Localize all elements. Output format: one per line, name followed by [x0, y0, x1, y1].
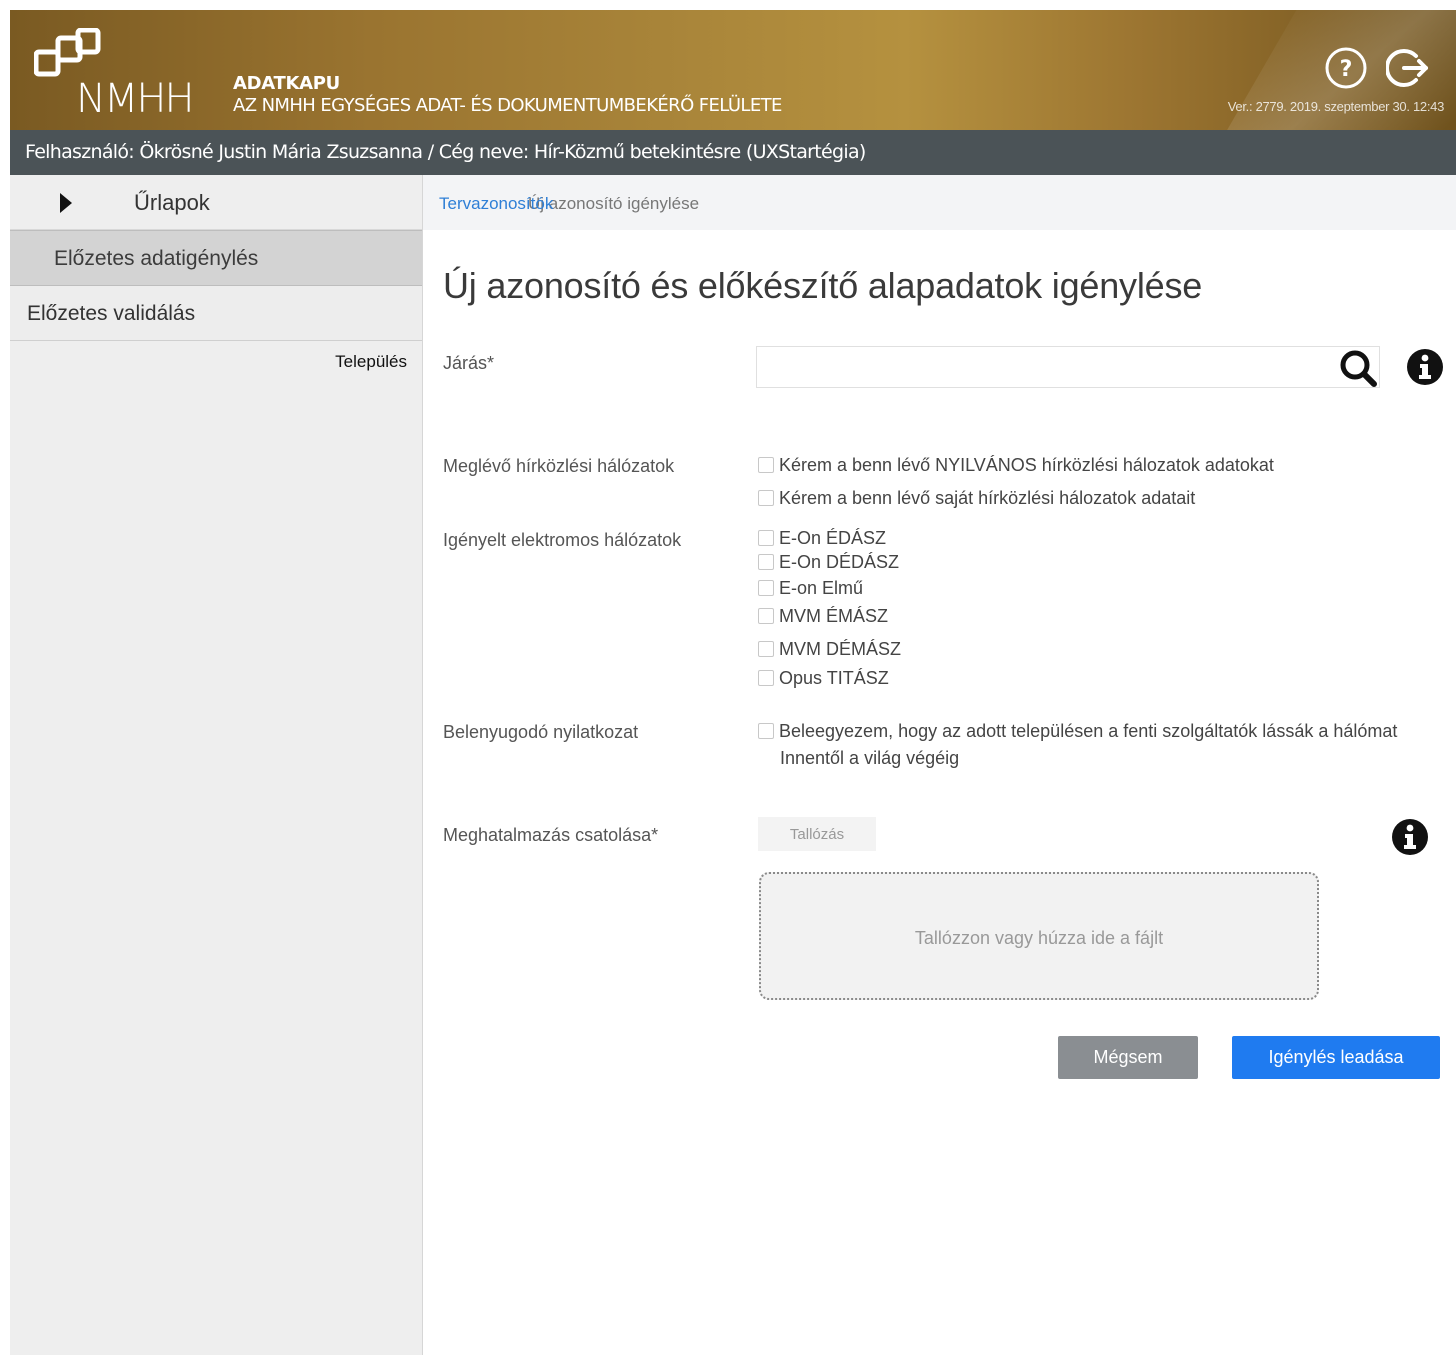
networks-label: Meglévő hírközlési hálózatok	[443, 456, 675, 476]
checkbox[interactable]	[758, 457, 774, 473]
caret-right-icon	[60, 193, 72, 213]
checkbox[interactable]	[758, 490, 774, 506]
checkbox-label: MVM ÉMÁSZ	[779, 605, 889, 626]
page-title: Új azonosító és előkészítő alapadatok ig…	[443, 265, 1203, 306]
consent-text-continued: Innentől a világ végéig	[780, 748, 960, 768]
electric-checkbox-elmu[interactable]: E-on Elmű	[758, 577, 863, 599]
sidebar-item-label: Űrlapok	[134, 190, 210, 215]
sidebar-item-elozetes-validalas[interactable]: Előzetes validálás	[10, 286, 422, 341]
app-window: NMHH ADATKAPU AZ NMHH EGYSÉGES ADAT- ÉS …	[10, 10, 1456, 1355]
electric-checkbox-dedasz[interactable]: E-On DÉDÁSZ	[758, 551, 899, 573]
electric-label: Igényelt elektromos hálózatok	[443, 530, 682, 550]
search-icon[interactable]	[1338, 348, 1378, 388]
browse-button[interactable]: Tallózás	[758, 817, 876, 851]
info-icon[interactable]	[1406, 348, 1444, 386]
checkbox-label: Kérem a benn lévő NYILVÁNOS hírközlési h…	[779, 454, 1274, 475]
electric-checkbox-titasz[interactable]: Opus TITÁSZ	[758, 667, 889, 689]
submit-button[interactable]: Igénylés leadása	[1232, 1036, 1440, 1079]
info-icon[interactable]	[1391, 818, 1429, 856]
checkbox[interactable]	[758, 641, 774, 657]
checkbox[interactable]	[758, 608, 774, 624]
checkbox[interactable]	[758, 723, 774, 739]
cancel-button[interactable]: Mégsem	[1058, 1036, 1198, 1079]
svg-text:?: ?	[1340, 57, 1353, 82]
consent-label: Belenyugodó nyilatkozat	[443, 722, 639, 742]
checkbox-label: Kérem a benn lévő saját hírközlési háloz…	[779, 487, 1196, 508]
sidebar-item-label: Előzetes adatigénylés	[54, 247, 259, 270]
checkbox-label: Opus TITÁSZ	[779, 667, 889, 688]
dropzone-text: Tallózzon vagy húzza ide a fájlt	[914, 928, 1164, 948]
breadcrumb-current: Új azonosító igénylése	[528, 194, 700, 213]
network-checkbox-own[interactable]: Kérem a benn lévő saját hírközlési háloz…	[758, 487, 1195, 509]
electric-checkbox-demasz[interactable]: MVM DÉMÁSZ	[758, 638, 901, 660]
user-bar: Felhasználó: Ökrösné Justin Mária Zsuzsa…	[10, 130, 1456, 175]
checkbox-label: Beleegyezem, hogy az adott településen a…	[779, 720, 1398, 741]
checkbox[interactable]	[758, 530, 774, 546]
logout-icon[interactable]	[1386, 46, 1430, 90]
checkbox-label: E-On ÉDÁSZ	[779, 527, 887, 548]
app-name: ADATKAPU	[233, 73, 340, 94]
checkbox[interactable]	[758, 554, 774, 570]
electric-checkbox-emasz[interactable]: MVM ÉMÁSZ	[758, 605, 888, 627]
sidebar-item-elozetes-adatigenyles[interactable]: Előzetes adatigénylés	[10, 230, 422, 286]
checkbox[interactable]	[758, 670, 774, 686]
consent-checkbox[interactable]: Beleegyezem, hogy az adott településen a…	[758, 720, 1397, 742]
sidebar-item-urlapok[interactable]: Űrlapok	[10, 175, 422, 230]
checkbox-label: MVM DÉMÁSZ	[779, 638, 902, 659]
breadcrumb-link[interactable]: Tervazonosítók	[439, 194, 553, 214]
version-text: Ver.: 2779. 2019. szeptember 30. 12:43	[1227, 99, 1445, 114]
jaras-search-input[interactable]	[756, 346, 1380, 388]
checkbox-label: E-on Elmű	[779, 577, 864, 598]
electric-checkbox-edasz[interactable]: E-On ÉDÁSZ	[758, 527, 886, 549]
logo-text: NMHH	[76, 76, 195, 122]
checkbox[interactable]	[758, 580, 774, 596]
app-subtitle: AZ NMHH EGYSÉGES ADAT- ÉS DOKUMENTUMBEKÉ…	[233, 95, 782, 116]
header: NMHH ADATKAPU AZ NMHH EGYSÉGES ADAT- ÉS …	[10, 10, 1456, 130]
network-checkbox-public[interactable]: Kérem a benn lévő NYILVÁNOS hírközlési h…	[758, 454, 1274, 476]
sidebar: Űrlapok Előzetes adatigénylés Előzetes v…	[10, 175, 423, 1355]
help-icon[interactable]: ?	[1324, 46, 1368, 90]
sidebar-note: Település	[335, 352, 407, 371]
attach-label: Meghatalmazás csatolása*	[443, 825, 659, 845]
checkbox-label: E-On DÉDÁSZ	[779, 551, 900, 572]
breadcrumb: Új azonosító igénylése Tervazonosítók	[423, 175, 1456, 230]
jaras-label: Járás*	[443, 353, 495, 373]
file-dropzone[interactable]: Tallózzon vagy húzza ide a fájlt	[759, 872, 1319, 1000]
sidebar-item-label: Előzetes validálás	[27, 302, 196, 325]
